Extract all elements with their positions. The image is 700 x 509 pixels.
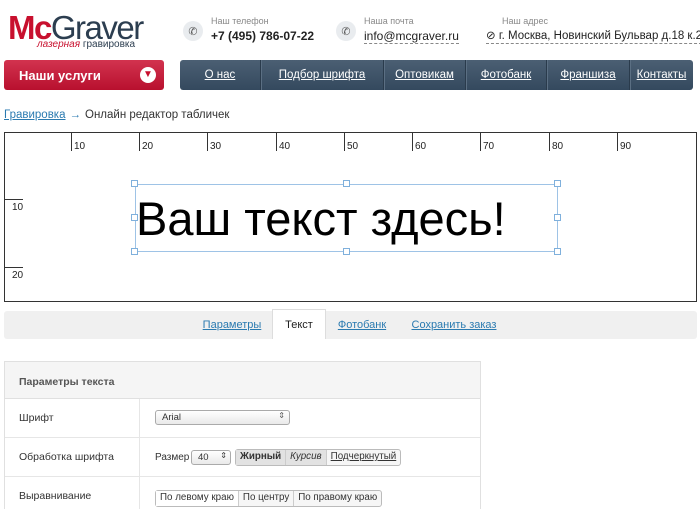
nav-item-photobank[interactable]: Фотобанк — [465, 60, 546, 90]
nav-item-franchise[interactable]: Франшиза — [546, 60, 629, 90]
font-style-buttons: Жирный Курсив Подчеркнутый — [235, 449, 402, 466]
underline-button[interactable]: Подчеркнутый — [325, 450, 401, 465]
font-row: Шрифт Arial ⇕ — [5, 399, 480, 438]
address-text: г. Москва, Новинский Бульвар д.18 к.2 — [498, 30, 700, 42]
contact-address: Наш адрес ⊘ г. Москва, Новинский Бульвар… — [486, 14, 700, 48]
breadcrumb-link-engraving[interactable]: Гравировка — [4, 109, 66, 121]
font-label: Шрифт — [5, 399, 140, 437]
ruler-y-tick — [5, 267, 23, 268]
phone-icon: ✆ — [183, 21, 203, 41]
plate-sample-text[interactable]: Ваш текст здесь! — [136, 189, 506, 249]
contact-phone-value[interactable]: +7 (495) 786-07-22 — [211, 29, 314, 43]
contact-address-value[interactable]: ⊘ г. Москва, Новинский Бульвар д.18 к.2 — [486, 29, 700, 44]
logo-sub-red: лазерная — [37, 39, 81, 50]
size-select[interactable]: 40 ⇕ — [191, 450, 231, 465]
size-select-value: 40 — [198, 452, 209, 463]
alignment-label: Выравнивание — [5, 477, 140, 509]
ruler-x-tick — [71, 133, 72, 151]
updown-arrow-icon: ⇕ — [220, 451, 227, 460]
tab-text[interactable]: Текст — [272, 309, 326, 339]
ruler-x-tick — [207, 133, 208, 151]
resize-handle-top[interactable] — [343, 180, 350, 187]
ruler-x-label: 90 — [620, 141, 632, 152]
ruler-x-tick — [549, 133, 550, 151]
italic-button[interactable]: Курсив — [285, 450, 326, 465]
ruler-x-tick — [412, 133, 413, 151]
text-params-panel: Параметры текста Шрифт Arial ⇕ Обработка… — [4, 361, 481, 509]
align-left-button[interactable]: По левому краю — [156, 491, 238, 506]
breadcrumb-current: Онлайн редактор табличек — [85, 109, 230, 121]
ruler-x-tick — [276, 133, 277, 151]
plate-editor-canvas[interactable]: 10 20 30 40 50 60 70 80 90 10 20 Ваш тек… — [4, 132, 697, 302]
services-menu-button[interactable]: Наши услуги ▼ — [4, 60, 164, 90]
breadcrumb: Гравировка → Онлайн редактор табличек — [4, 109, 229, 121]
nav-item-font-selection[interactable]: Подбор шрифта — [260, 60, 383, 90]
location-icon: ⊘ — [486, 30, 496, 42]
resize-handle-top-right[interactable] — [554, 180, 561, 187]
font-processing-label: Обработка шрифта — [5, 438, 140, 476]
ruler-x-tick — [617, 133, 618, 151]
bold-button[interactable]: Жирный — [236, 450, 286, 465]
resize-handle-right[interactable] — [554, 214, 561, 221]
resize-handle-bottom-left[interactable] — [131, 248, 138, 255]
chevron-down-icon: ▼ — [140, 67, 156, 83]
nav-item-wholesale[interactable]: Оптовикам — [383, 60, 465, 90]
ruler-x-label: 40 — [279, 141, 291, 152]
breadcrumb-arrow: → — [69, 109, 82, 121]
ruler-x-label: 70 — [483, 141, 495, 152]
logo[interactable]: McGraver лазерная гравировка — [8, 10, 148, 54]
resize-handle-bottom[interactable] — [343, 248, 350, 255]
resize-handle-bottom-right[interactable] — [554, 248, 561, 255]
services-label: Наши услуги — [19, 68, 101, 83]
nav-item-about[interactable]: О нас — [180, 60, 260, 90]
ruler-y-label: 10 — [12, 202, 24, 213]
ruler-y-tick — [5, 199, 23, 200]
size-label: Размер — [155, 452, 190, 463]
nav-item-contacts[interactable]: Контакты — [629, 60, 693, 90]
mail-icon: ✆ — [336, 21, 356, 41]
ruler-x-label: 50 — [347, 141, 359, 152]
contact-mail-label: Наша почта — [364, 16, 414, 26]
alignment-row: Выравнивание По левому краю По центру По… — [5, 477, 480, 509]
font-processing-row: Обработка шрифта Размер 40 ⇕ Жирный Курс… — [5, 438, 480, 477]
tab-save-order[interactable]: Сохранить заказ — [402, 311, 506, 339]
font-select-value: Arial — [162, 412, 182, 423]
updown-arrow-icon: ⇕ — [278, 411, 285, 420]
site-header: McGraver лазерная гравировка ✆ Наш телеф… — [0, 0, 700, 58]
ruler-x-tick — [139, 133, 140, 151]
tab-photobank[interactable]: Фотобанк — [331, 311, 393, 339]
ruler-x-label: 10 — [74, 141, 86, 152]
logo-sub-dark: гравировка — [82, 39, 136, 50]
tab-parameters[interactable]: Параметры — [192, 311, 272, 339]
main-nav: О нас Подбор шрифта Оптовикам Фотобанк Ф… — [180, 60, 693, 90]
align-center-button[interactable]: По центру — [237, 491, 293, 506]
ruler-x-tick — [480, 133, 481, 151]
panel-title: Параметры текста — [5, 362, 480, 399]
contact-mail-value[interactable]: info@mcgraver.ru — [364, 29, 459, 44]
ruler-y-label: 20 — [12, 270, 24, 281]
font-select[interactable]: Arial ⇕ — [155, 410, 290, 425]
align-right-button[interactable]: По правому краю — [293, 491, 381, 506]
ruler-x-label: 30 — [210, 141, 222, 152]
contact-phone: ✆ Наш телефон +7 (495) 786-07-22 — [183, 14, 323, 48]
editor-tabs: Параметры Текст Фотобанк Сохранить заказ — [4, 309, 697, 339]
alignment-buttons: По левому краю По центру По правому краю — [155, 490, 383, 507]
resize-handle-top-left[interactable] — [131, 180, 138, 187]
ruler-x-tick — [344, 133, 345, 151]
ruler-x-label: 20 — [142, 141, 154, 152]
contact-phone-label: Наш телефон — [211, 16, 269, 26]
contact-mail: ✆ Наша почта info@mcgraver.ru — [336, 14, 466, 48]
ruler-x-label: 80 — [552, 141, 564, 152]
ruler-x-label: 60 — [415, 141, 427, 152]
contact-address-label: Наш адрес — [502, 16, 548, 26]
